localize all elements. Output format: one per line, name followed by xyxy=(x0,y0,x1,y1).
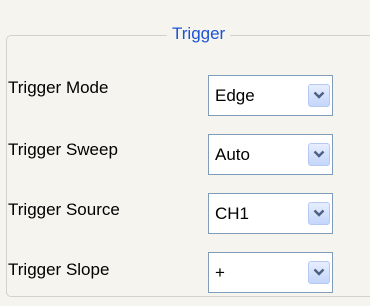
trigger-group-title: Trigger xyxy=(167,23,231,45)
trigger-slope-dropdown-button[interactable] xyxy=(308,261,330,284)
trigger-sweep-select[interactable]: Auto xyxy=(208,134,333,175)
chevron-down-icon xyxy=(313,150,325,158)
trigger-sweep-label: Trigger Sweep xyxy=(8,140,118,160)
chevron-down-icon xyxy=(313,209,325,217)
trigger-source-select[interactable]: CH1 xyxy=(208,193,333,234)
trigger-source-value: CH1 xyxy=(215,204,250,223)
trigger-mode-value: Edge xyxy=(215,86,255,105)
trigger-mode-dropdown-button[interactable] xyxy=(308,84,330,107)
chevron-down-icon xyxy=(313,91,325,99)
trigger-mode-label: Trigger Mode xyxy=(8,78,109,98)
trigger-source-dropdown-button[interactable] xyxy=(308,202,330,225)
trigger-sweep-value: Auto xyxy=(215,145,250,164)
trigger-sweep-dropdown-button[interactable] xyxy=(308,143,330,166)
trigger-slope-select[interactable]: + xyxy=(208,252,333,293)
trigger-mode-select[interactable]: Edge xyxy=(208,75,333,116)
chevron-down-icon xyxy=(313,268,325,276)
trigger-source-label: Trigger Source xyxy=(8,200,120,220)
trigger-slope-label: Trigger Slope xyxy=(8,260,110,280)
trigger-slope-value: + xyxy=(215,263,225,282)
